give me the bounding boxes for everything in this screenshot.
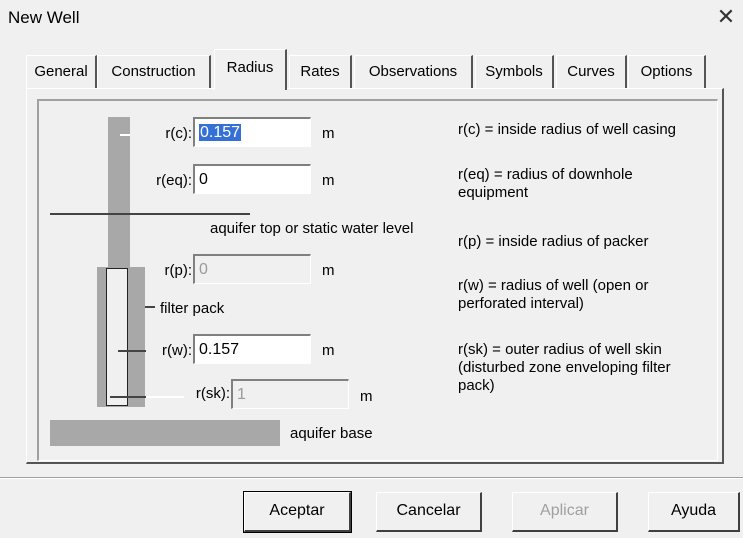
- tab-observations[interactable]: Observations: [354, 55, 473, 88]
- tab-symbols[interactable]: Symbols: [475, 55, 554, 88]
- help-button[interactable]: Ayuda: [648, 492, 740, 532]
- rsk-marker: [110, 396, 146, 398]
- tab-curves[interactable]: Curves: [556, 55, 627, 88]
- apply-button[interactable]: Aplicar: [512, 492, 618, 532]
- tab-rates[interactable]: Rates: [289, 55, 352, 88]
- rc-marker: [120, 134, 130, 136]
- window-title: New Well: [8, 8, 80, 27]
- rc-unit: m: [322, 125, 335, 142]
- aquifer-base-label: aquifer base: [290, 425, 373, 442]
- rc-description: r(c) = inside radius of well casing: [458, 121, 677, 138]
- rc-input-value: 0.157: [199, 124, 242, 141]
- req-label: r(eq):: [156, 172, 192, 189]
- rp-description: r(p) = inside radius of packer: [458, 233, 649, 250]
- rsk-label: r(sk):: [195, 385, 230, 402]
- well-screen-graphic: [106, 268, 128, 406]
- req-unit: m: [322, 172, 335, 189]
- rp-input[interactable]: 0: [193, 254, 311, 284]
- tab-radius[interactable]: Radius: [214, 49, 287, 90]
- cancel-button[interactable]: Cancelar: [376, 492, 482, 532]
- aquifer-top-line: [50, 213, 250, 215]
- rw-description: r(w) = radius of well (open or perforate…: [458, 277, 649, 312]
- rw-label: r(w):: [162, 342, 192, 359]
- tab-general[interactable]: General: [26, 55, 97, 88]
- well-casing-graphic: [108, 117, 130, 269]
- separator-highlight: [0, 478, 743, 479]
- rw-unit: m: [322, 342, 335, 359]
- filter-pack-leader: [145, 306, 155, 308]
- rp-label: r(p):: [164, 262, 193, 279]
- tab-construction[interactable]: Construction: [97, 55, 211, 88]
- req-description: r(eq) = radius of downhole equipment: [458, 166, 633, 201]
- ok-button[interactable]: Aceptar: [243, 491, 352, 533]
- rsk-unit: m: [360, 388, 373, 405]
- close-icon[interactable]: ✕: [711, 2, 741, 32]
- rw-input[interactable]: 0.157: [193, 334, 311, 364]
- filter-pack-label: filter pack: [160, 300, 225, 317]
- tab-options[interactable]: Options: [628, 55, 706, 88]
- rc-input[interactable]: 0.157: [193, 117, 311, 147]
- rp-unit: m: [322, 262, 335, 279]
- rc-label: r(c):: [165, 125, 192, 142]
- rsk-input[interactable]: 1: [231, 379, 349, 409]
- aquifer-top-label: aquifer top or static water level: [210, 220, 414, 237]
- aquifer-base-graphic: [50, 420, 280, 446]
- req-input[interactable]: 0: [193, 164, 311, 194]
- rsk-description: r(sk) = outer radius of well skin (distu…: [458, 341, 671, 394]
